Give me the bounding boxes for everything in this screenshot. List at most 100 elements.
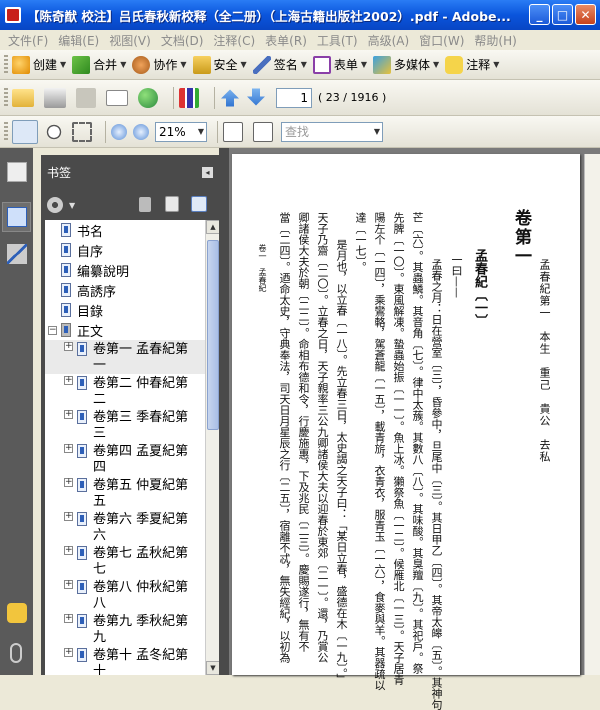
bookmark-item[interactable]: + 卷第二 仲春紀第二 (45, 374, 205, 408)
marquee-zoom-icon[interactable] (72, 121, 92, 142)
next-page-icon[interactable] (247, 88, 265, 106)
expand-icon[interactable]: + (64, 546, 73, 555)
zoom-out-icon[interactable] (111, 123, 127, 140)
expand-icon[interactable]: + (64, 648, 73, 657)
fit-width-icon[interactable] (223, 121, 243, 142)
multimedia-button[interactable]: 多媒体 ▼ (373, 55, 439, 74)
bookmark-item[interactable]: + 卷第九 季秋紀第九 (45, 612, 205, 646)
document-scrollbar[interactable] (584, 154, 600, 675)
expand-icon[interactable]: + (64, 342, 73, 351)
chart-icon[interactable] (179, 87, 199, 108)
toolbar-grip[interactable] (4, 121, 8, 142)
menu-tools[interactable]: 工具(T) (313, 32, 364, 49)
expand-icon[interactable]: + (64, 512, 73, 521)
expand-icon[interactable]: + (64, 614, 73, 623)
bookmark-item[interactable]: + 卷第八 仲秋紀第八 (45, 578, 205, 612)
expand-icon[interactable]: + (64, 410, 73, 419)
section-marker: 一曰—— (450, 254, 463, 298)
comments-icon[interactable] (7, 603, 27, 623)
bookmark-item[interactable]: + 卷第四 孟夏紀第四 (45, 442, 205, 476)
bookmark-item[interactable]: + 卷第一 孟春紀第一 (45, 340, 205, 374)
close-button[interactable]: ✕ (575, 4, 596, 25)
toolbar-grip[interactable] (4, 87, 8, 108)
bookmark-icon (61, 263, 71, 277)
bookmark-item[interactable]: 编纂說明 (45, 260, 205, 280)
comment-button[interactable]: 注释 ▼ (445, 55, 499, 74)
menu-document[interactable]: 文档(D) (157, 32, 210, 49)
combine-button[interactable]: 合并 ▼ (72, 55, 126, 74)
chevron-down-icon[interactable]: ▼ (69, 201, 75, 210)
bookmark-item[interactable]: 高誘序 (45, 280, 205, 300)
previous-page-icon[interactable] (221, 89, 239, 107)
collapse-icon[interactable]: − (48, 325, 57, 335)
select-tool-icon[interactable] (12, 119, 38, 144)
panel-splitter[interactable] (219, 148, 229, 675)
delete-icon[interactable] (139, 197, 151, 212)
open-folder-icon[interactable] (12, 88, 34, 107)
hand-tool-icon[interactable] (44, 121, 64, 142)
scroll-down-icon[interactable]: ▼ (206, 661, 220, 675)
bookmark-icon (77, 478, 87, 492)
attachments-icon[interactable] (10, 643, 22, 663)
bookmarks-scrollbar[interactable]: ▲ ▼ (205, 220, 220, 675)
fit-page-icon[interactable] (253, 121, 273, 142)
collapse-panel-button[interactable]: ◂ (202, 167, 213, 178)
menu-forms[interactable]: 表单(R) (261, 32, 313, 49)
menu-help[interactable]: 帮助(H) (470, 32, 522, 49)
bookmark-item[interactable]: 自序 (45, 240, 205, 260)
scroll-up-icon[interactable]: ▲ (206, 220, 220, 234)
minimize-button[interactable]: _ (529, 4, 550, 25)
new-bookmark-icon[interactable] (165, 196, 179, 212)
bookmark-item[interactable]: 书名 (45, 220, 205, 240)
signatures-icon[interactable] (7, 244, 27, 264)
options-gear-icon[interactable] (47, 197, 63, 213)
email-icon[interactable] (106, 89, 128, 106)
bookmark-icon (77, 512, 87, 526)
expand-bookmark-icon[interactable] (191, 196, 207, 212)
maximize-button[interactable]: □ (552, 4, 573, 25)
bookmark-item[interactable]: + 卷第十 孟冬紀第十 (45, 646, 205, 675)
expand-icon[interactable]: + (64, 376, 73, 385)
bookmark-label: 卷第一 孟春紀第一 (93, 342, 189, 373)
bookmark-label: 卷第七 孟秋紀第七 (93, 546, 189, 577)
save-icon[interactable] (76, 87, 96, 108)
bookmark-label: 编纂說明 (77, 264, 130, 280)
menu-window[interactable]: 窗口(W) (415, 32, 470, 49)
zoom-in-icon[interactable] (133, 123, 149, 140)
menu-advanced[interactable]: 高级(A) (364, 32, 416, 49)
text-column: 當〔二四〕。迺命太史，守典奉法，司天日月星辰之行〔二五〕，宿離不忒，無失經紀，以… (278, 212, 291, 663)
toolbar-grip[interactable] (4, 54, 8, 75)
toolbar-separator (214, 86, 215, 109)
print-icon[interactable] (44, 87, 66, 108)
expand-icon[interactable]: + (64, 580, 73, 589)
page-number-input[interactable]: 1 (276, 87, 312, 108)
sign-button[interactable]: 签名 ▼ (252, 55, 307, 74)
panel-header: 书签 ◂ (41, 155, 219, 190)
bookmark-item[interactable]: + 卷第三 季春紀第三 (45, 408, 205, 442)
bookmark-icon (61, 323, 71, 337)
menu-edit[interactable]: 编辑(E) (54, 32, 105, 49)
bookmarks-icon (7, 207, 27, 227)
bookmark-label: 卷第五 仲夏紀第五 (93, 478, 189, 509)
bookmark-item[interactable]: + 卷第五 仲夏紀第五 (45, 476, 205, 510)
collaborate-button[interactable]: 协作 ▼ (132, 55, 187, 74)
bookmark-item[interactable]: + 卷第七 孟秋紀第七 (45, 544, 205, 578)
bookmark-item[interactable]: − 正文 (45, 320, 205, 340)
bookmark-item[interactable]: 目錄 (45, 300, 205, 320)
pages-icon[interactable] (7, 162, 27, 182)
create-button[interactable]: 创建 ▼ (12, 55, 66, 74)
menu-file[interactable]: 文件(F) (4, 32, 54, 49)
forms-icon (312, 55, 331, 74)
scrollbar-thumb[interactable] (207, 240, 219, 430)
web-icon[interactable] (138, 87, 158, 108)
expand-icon[interactable]: + (64, 444, 73, 453)
expand-icon[interactable]: + (64, 478, 73, 487)
secure-button[interactable]: 安全 ▼ (192, 55, 247, 74)
search-input[interactable]: 查找 ▼ (281, 121, 383, 142)
menu-comments[interactable]: 注释(C) (209, 32, 261, 49)
zoom-select[interactable]: 21% ▼ (155, 121, 207, 142)
menu-view[interactable]: 视图(V) (105, 32, 157, 49)
forms-button[interactable]: 表单 ▼ (312, 55, 367, 74)
create-pdf-icon (12, 55, 30, 74)
bookmark-item[interactable]: + 卷第六 季夏紀第六 (45, 510, 205, 544)
